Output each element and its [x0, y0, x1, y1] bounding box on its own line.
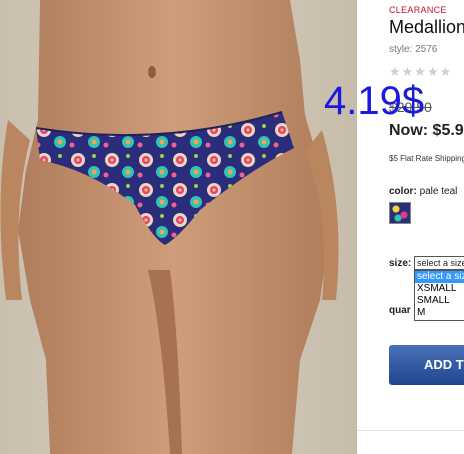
product-title: Medallion — [389, 17, 464, 37]
style-number: style: 2576 — [389, 44, 438, 55]
size-options-list[interactable]: select a size XSMALL SMALL M — [414, 270, 464, 321]
size-option[interactable]: M — [415, 307, 464, 319]
color-swatch[interactable] — [389, 202, 411, 224]
size-label: size: — [389, 258, 412, 269]
size-option[interactable]: XSMALL — [415, 283, 464, 295]
rating-stars-icon[interactable]: ★★★★★ — [389, 64, 452, 80]
color-label: color: pale teal — [389, 186, 457, 197]
model-photo-icon — [0, 0, 357, 454]
sale-price: Now: $5.9 — [389, 122, 464, 139]
product-photo[interactable] — [0, 0, 357, 454]
shipping-note: $5 Flat Rate Shipping — [389, 154, 464, 163]
size-option[interactable]: SMALL — [415, 295, 464, 307]
overlay-price-text: 4.19$ — [324, 79, 425, 123]
color-value: pale teal — [419, 186, 458, 197]
size-option[interactable]: select a size — [415, 271, 464, 283]
quantity-label: quar — [389, 305, 411, 316]
color-label-text: color: — [389, 186, 417, 197]
size-select[interactable]: select a size — [414, 256, 464, 270]
clearance-badge: CLEARANCE — [389, 5, 447, 15]
add-to-bag-button[interactable]: ADD T — [389, 345, 464, 385]
product-details-panel: CLEARANCE Medallion style: 2576 ★★★★★ $2… — [357, 0, 464, 454]
divider — [357, 430, 464, 431]
